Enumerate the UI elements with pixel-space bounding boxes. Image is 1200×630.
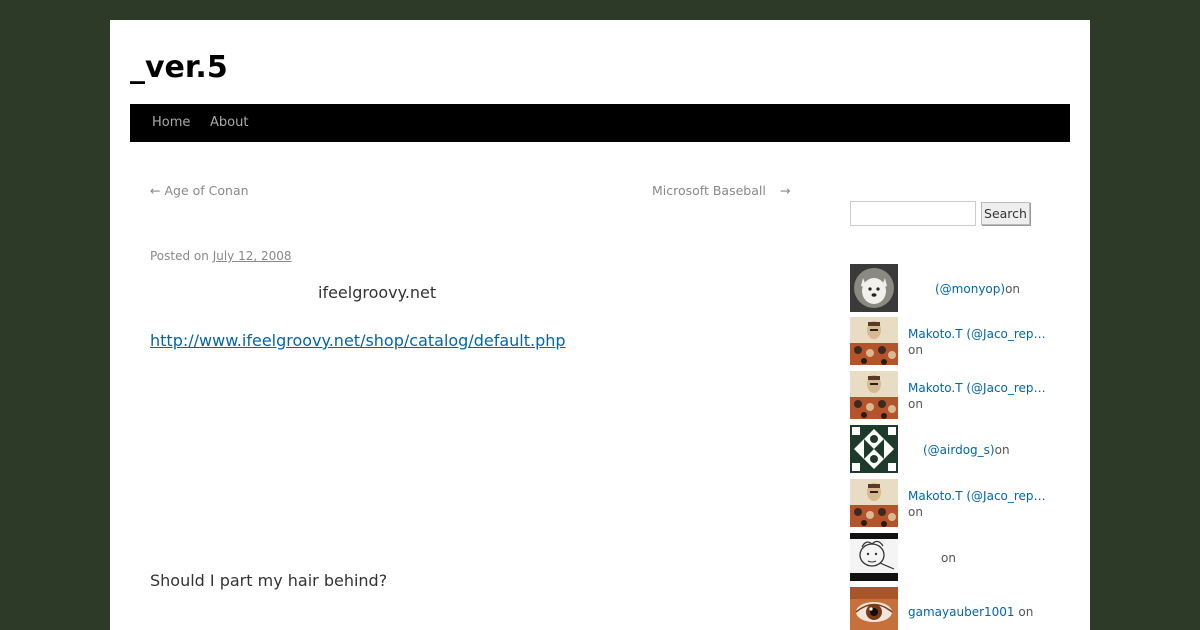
next-post-link[interactable]: Microsoft Baseball →	[652, 183, 790, 198]
nav-item-home[interactable]: Home	[152, 104, 190, 142]
recent-comment-item: on	[850, 533, 1070, 581]
comment-text: gamayauber1001 on	[908, 604, 1033, 620]
comment-on-label: on	[941, 551, 956, 565]
comment-on-label: on	[908, 397, 923, 411]
site-title[interactable]: _ver.5	[130, 50, 228, 86]
post-question: Should I part my hair behind?	[150, 571, 388, 590]
page-wrapper: _ver.5 Home About ← Age of Conan Microso…	[110, 20, 1090, 630]
comment-text: Makoto.T (@Jaco_repo… on	[908, 326, 1046, 358]
post-date-link[interactable]: July 12, 2008	[213, 249, 292, 263]
next-post-title: Microsoft Baseball	[652, 183, 766, 198]
comment-on-label: on	[1005, 282, 1021, 296]
recent-comment-item: (@monyop)on	[850, 264, 1070, 312]
sketch-avatar[interactable]	[850, 533, 898, 581]
comment-on-label: on	[1018, 605, 1034, 619]
search-input[interactable]	[850, 201, 976, 226]
recent-comment-item: Makoto.T (@Jaco_repo… on	[850, 317, 1070, 365]
nav-item-about[interactable]: About	[210, 104, 248, 142]
recent-comment-item: Makoto.T (@Jaco_repo… on	[850, 371, 1070, 419]
comment-on-label: on	[908, 343, 923, 357]
recent-comment-item: Makoto.T (@Jaco_repo… on	[850, 479, 1070, 527]
right-arrow-icon: →	[779, 183, 791, 198]
comment-on-label: on	[994, 443, 1010, 457]
left-arrow-icon: ←	[150, 183, 161, 198]
recent-comment-item: gamayauber1001 on	[850, 587, 1070, 630]
post-site-name: ifeelgroovy.net	[318, 283, 437, 302]
pattern-avatar[interactable]	[850, 425, 898, 473]
collage-avatar[interactable]	[850, 317, 898, 365]
eye-avatar[interactable]	[850, 587, 898, 630]
comment-on-label: on	[908, 505, 923, 519]
collage-avatar[interactable]	[850, 479, 898, 527]
comment-author-link[interactable]: (@airdog_s)	[923, 443, 995, 457]
search-button[interactable]: Search	[981, 202, 1030, 225]
comment-text: Makoto.T (@Jaco_repo… on	[908, 380, 1046, 412]
recent-comment-item: (@airdog_s)on	[850, 425, 1070, 473]
main-navigation: Home About	[130, 104, 1070, 142]
previous-post-title: Age of Conan	[164, 183, 249, 198]
post-external-link[interactable]: http://www.ifeelgroovy.net/shop/catalog/…	[150, 331, 566, 350]
comment-author-link[interactable]: Makoto.T (@Jaco_repo…	[908, 488, 1046, 504]
white-dog-avatar[interactable]	[850, 264, 898, 312]
previous-post-link[interactable]: ← Age of Conan	[150, 183, 249, 198]
comment-author-link[interactable]: gamayauber1001	[908, 605, 1015, 619]
comment-text: (@airdog_s)on	[908, 442, 1010, 458]
comment-author-link[interactable]: Makoto.T (@Jaco_repo…	[908, 380, 1046, 396]
comment-text: on	[908, 550, 956, 566]
comment-author-link[interactable]: Makoto.T (@Jaco_repo…	[908, 326, 1046, 342]
comment-author-link[interactable]: (@monyop)	[935, 282, 1005, 296]
post-meta: Posted on July 12, 2008	[150, 249, 292, 263]
posted-on-label: Posted on	[150, 249, 209, 263]
collage-avatar[interactable]	[850, 371, 898, 419]
comment-text: (@monyop)on	[908, 281, 1020, 297]
comment-text: Makoto.T (@Jaco_repo… on	[908, 488, 1046, 520]
